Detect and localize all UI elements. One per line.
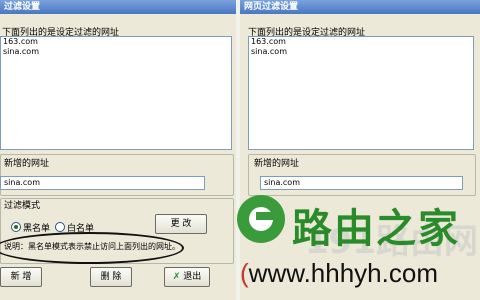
add-button[interactable]: 新 增 — [0, 267, 42, 287]
watermark-logo-bar — [256, 212, 274, 220]
new-url-input[interactable]: sina.com — [0, 176, 205, 190]
window-title: 过滤设置 — [0, 0, 236, 14]
new-url-label: 新增的网址 — [4, 159, 50, 169]
list-item[interactable]: 163.com — [1, 37, 231, 47]
blacklist-radio[interactable] — [11, 222, 21, 232]
exit-icon: ✗ — [172, 272, 181, 282]
watermark-url-text: www.hhhyh.com — [248, 258, 438, 288]
watermark-url: (www.hhhyh.com — [240, 258, 438, 288]
exit-button-label: 退出 — [183, 272, 202, 282]
modify-button[interactable]: 更 改 — [155, 214, 207, 234]
window-title: 网页过滤设置 — [240, 0, 480, 14]
blacklist-label: 黑名单 — [23, 224, 51, 234]
filtered-url-list[interactable]: 163.com sina.com — [248, 36, 474, 150]
mode-note: 说明：黑名单模式表示禁止访问上面列出的网址。 — [4, 242, 180, 251]
list-item[interactable]: sina.com — [1, 47, 231, 57]
filter-mode-label: 过滤模式 — [4, 201, 41, 211]
delete-button[interactable]: 删 除 — [90, 267, 132, 287]
new-url-input[interactable]: sina.com — [260, 176, 463, 190]
filtered-url-list[interactable]: 163.com sina.com — [0, 36, 232, 150]
filter-settings-window-left: 过滤设置 下面列出的是设定过滤的网址 163.com sina.com 新增的网… — [0, 0, 236, 300]
whitelist-radio[interactable] — [55, 222, 65, 232]
watermark-title: 路由之家 — [292, 206, 460, 252]
list-item[interactable]: sina.com — [249, 47, 473, 57]
new-url-label: 新增的网址 — [254, 159, 300, 169]
list-item[interactable]: 163.com — [249, 37, 473, 47]
exit-button[interactable]: ✗ 退出 — [164, 267, 210, 287]
